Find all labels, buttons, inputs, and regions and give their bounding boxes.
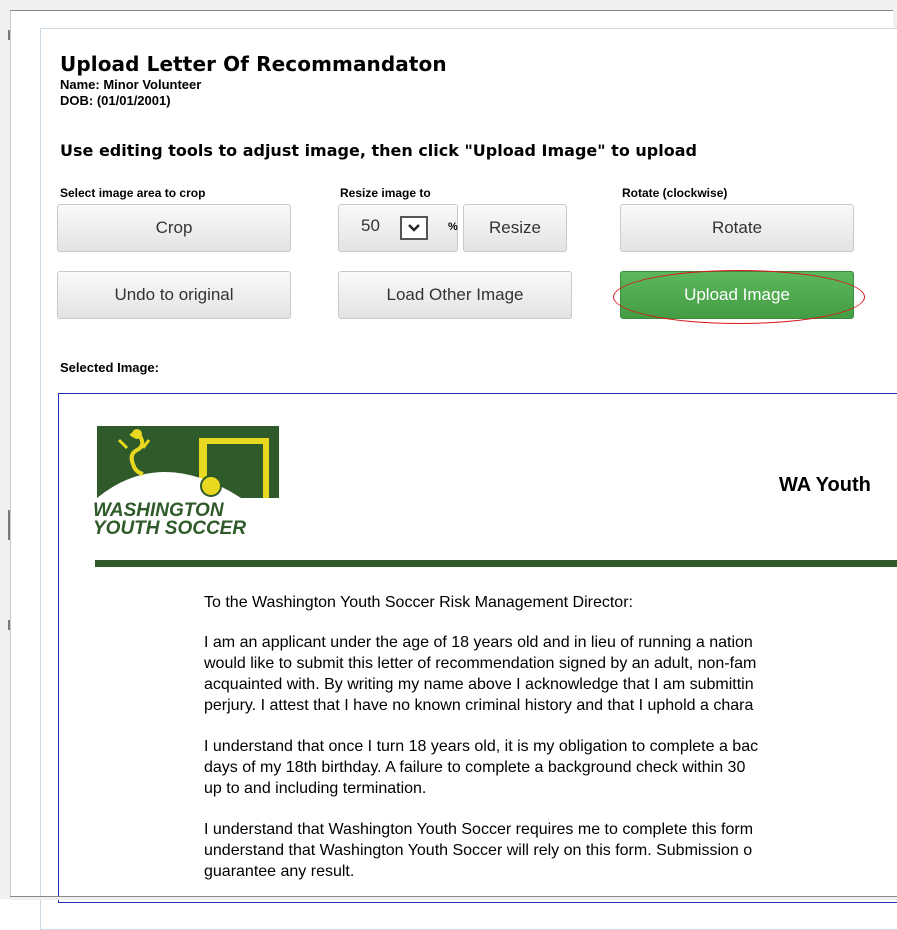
load-other-image-button[interactable]: Load Other Image xyxy=(338,271,572,319)
letter-line: I understand that once I turn 18 years o… xyxy=(204,738,759,755)
logo-text-line2: YOUTH SOCCER xyxy=(93,518,246,538)
window-bottom-edge xyxy=(10,896,897,900)
resize-unit: % xyxy=(448,221,458,233)
letter-line: I am an applicant under the age of 18 ye… xyxy=(204,634,753,651)
window-left-edge xyxy=(0,0,11,899)
letter-divider xyxy=(95,560,897,567)
crop-button[interactable]: Crop xyxy=(57,204,291,252)
chevron-down-icon xyxy=(408,224,420,232)
window-top-edge xyxy=(10,0,897,11)
volunteer-name: Name: Minor Volunteer xyxy=(60,77,202,92)
resize-select[interactable] xyxy=(338,204,458,252)
crop-label: Select image area to crop xyxy=(60,186,206,200)
letter-paragraph: To the Washington Youth Soccer Risk Mana… xyxy=(204,592,897,613)
letter-line: I understand that Washington Youth Socce… xyxy=(204,821,754,838)
letter-heading: WA Youth xyxy=(779,474,871,496)
selected-image-label: Selected Image: xyxy=(60,360,159,375)
edge-mark xyxy=(8,510,10,540)
resize-label: Resize image to xyxy=(340,186,431,200)
letter-line: would like to submit this letter of reco… xyxy=(204,655,757,672)
edge-mark xyxy=(8,620,10,630)
volunteer-dob: DOB: (01/01/2001) xyxy=(60,93,171,108)
resize-value: 50 xyxy=(361,216,380,235)
letter-paragraph: I am an applicant under the age of 18 ye… xyxy=(204,632,897,716)
selected-image-preview: WASHINGTON YOUTH SOCCER WA Youth To the … xyxy=(58,393,897,903)
letter-line: guarantee any result. xyxy=(204,863,355,880)
letter-line: To the Washington Youth Soccer Risk Mana… xyxy=(204,594,633,611)
letter-line: acquainted with. By writing my name abov… xyxy=(204,676,754,693)
letter-line: understand that Washington Youth Soccer … xyxy=(204,842,753,859)
dialog-title: Upload Letter Of Recommandaton xyxy=(60,52,447,76)
soccer-logo-icon: WASHINGTON YOUTH SOCCER xyxy=(93,426,279,539)
letter-paragraph: I understand that Washington Youth Socce… xyxy=(204,819,897,882)
instructions-text: Use editing tools to adjust image, then … xyxy=(60,141,697,160)
letter-paragraph: I understand that once I turn 18 years o… xyxy=(204,736,897,799)
rotate-label: Rotate (clockwise) xyxy=(622,186,728,200)
resize-button[interactable]: Resize xyxy=(463,204,567,252)
upload-image-button[interactable]: Upload Image xyxy=(620,271,854,319)
edge-mark xyxy=(8,30,10,40)
undo-button[interactable]: Undo to original xyxy=(57,271,291,319)
letter-line: days of my 18th birthday. A failure to c… xyxy=(204,759,746,776)
washington-youth-soccer-logo: WASHINGTON YOUTH SOCCER xyxy=(91,426,281,539)
rotate-button[interactable]: Rotate xyxy=(620,204,854,252)
resize-dropdown[interactable] xyxy=(400,216,428,240)
letter-line: perjury. I attest that I have no known c… xyxy=(204,697,754,714)
letter-line: up to and including termination. xyxy=(204,780,427,797)
